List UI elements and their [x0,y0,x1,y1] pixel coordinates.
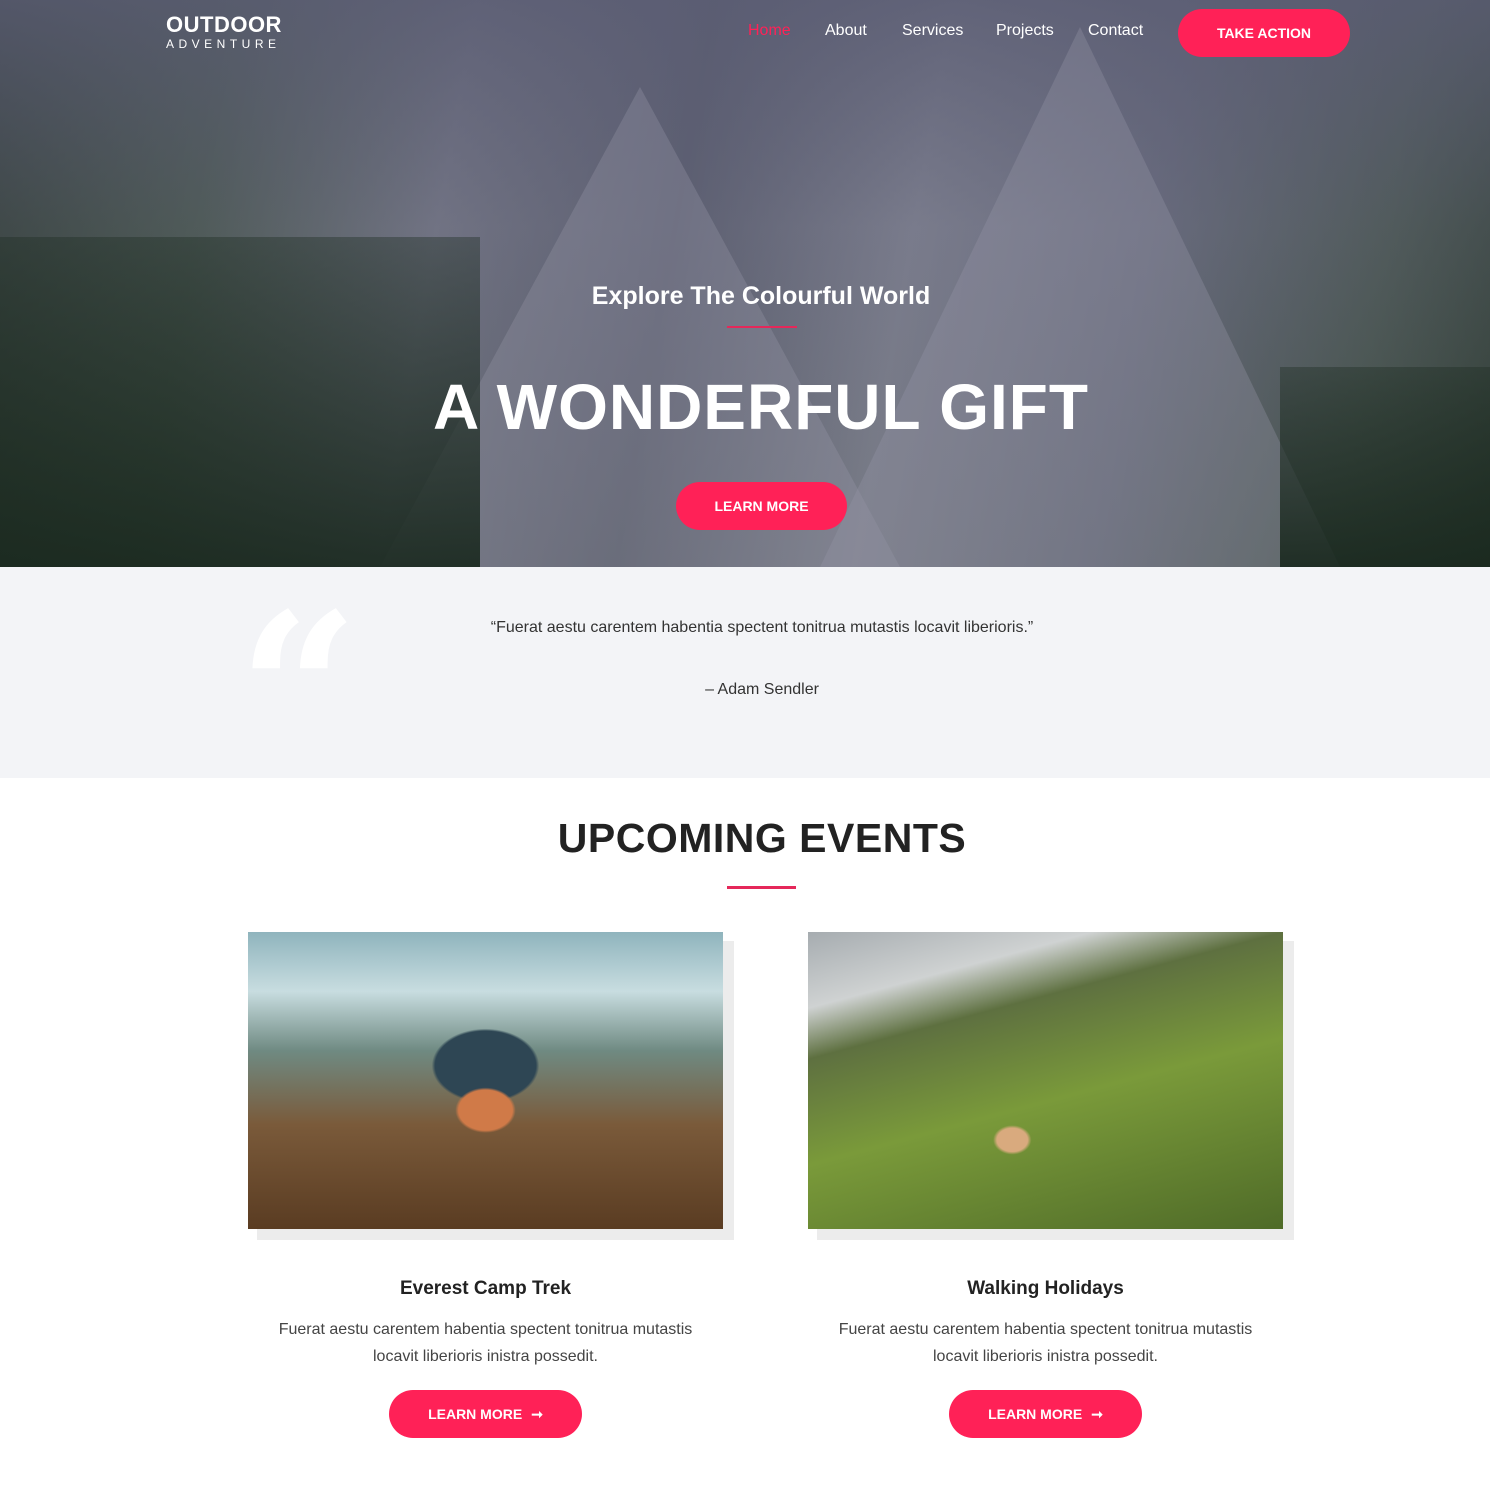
take-action-button[interactable]: TAKE ACTION [1178,9,1350,57]
event-description-line: Fuerat aestu carentem habentia spectent … [278,1321,693,1338]
event-description-line: Fuerat aestu carentem habentia spectent … [838,1321,1253,1338]
event-learn-more-button[interactable]: LEARN MORE ➞ [949,1390,1142,1438]
events-title: UPCOMING EVENTS [557,815,967,861]
event-title: Walking Holidays [967,1278,1124,1299]
nav-home[interactable]: Home [748,22,791,40]
event-description: Fuerat aestu carentem habentia spectent … [248,1316,723,1370]
event-learn-more-button[interactable]: LEARN MORE ➞ [389,1390,582,1438]
button-label: LEARN MORE [428,1406,523,1422]
hero-title: A WONDERFUL GIFT [433,371,1089,443]
hero-learn-more-button[interactable]: LEARN MORE [676,482,847,530]
event-description-line: locavit liberioris inistra possedit. [933,1348,1158,1365]
event-image-walker[interactable] [808,932,1283,1229]
logo-line2: ADVENTURE [166,37,281,51]
nav-contact[interactable]: Contact [1088,22,1143,40]
nav-services[interactable]: Services [902,22,963,40]
event-title: Everest Camp Trek [399,1278,572,1299]
event-description: Fuerat aestu carentem habentia spectent … [808,1316,1283,1370]
arrow-right-icon: ➞ [1091,1405,1103,1422]
nav-projects[interactable]: Projects [996,22,1054,40]
testimonial-section [0,567,1490,778]
hero-subtitle: Explore The Colourful World [591,282,931,310]
testimonial-quote: “Fuerat aestu carentem habentia spectent… [490,619,1034,636]
logo-line1: OUTDOOR [166,12,282,37]
event-description-line: locavit liberioris inistra possedit. [373,1348,598,1365]
events-divider [727,886,796,889]
logo[interactable]: OUTDOOR ADVENTURE [166,12,282,51]
button-label: LEARN MORE [988,1406,1083,1422]
arrow-right-icon: ➞ [531,1405,543,1422]
hero-divider [727,326,797,328]
event-image-hiker[interactable] [248,932,723,1229]
testimonial-author: – Adam Sendler [705,681,819,698]
nav-about[interactable]: About [825,22,867,40]
